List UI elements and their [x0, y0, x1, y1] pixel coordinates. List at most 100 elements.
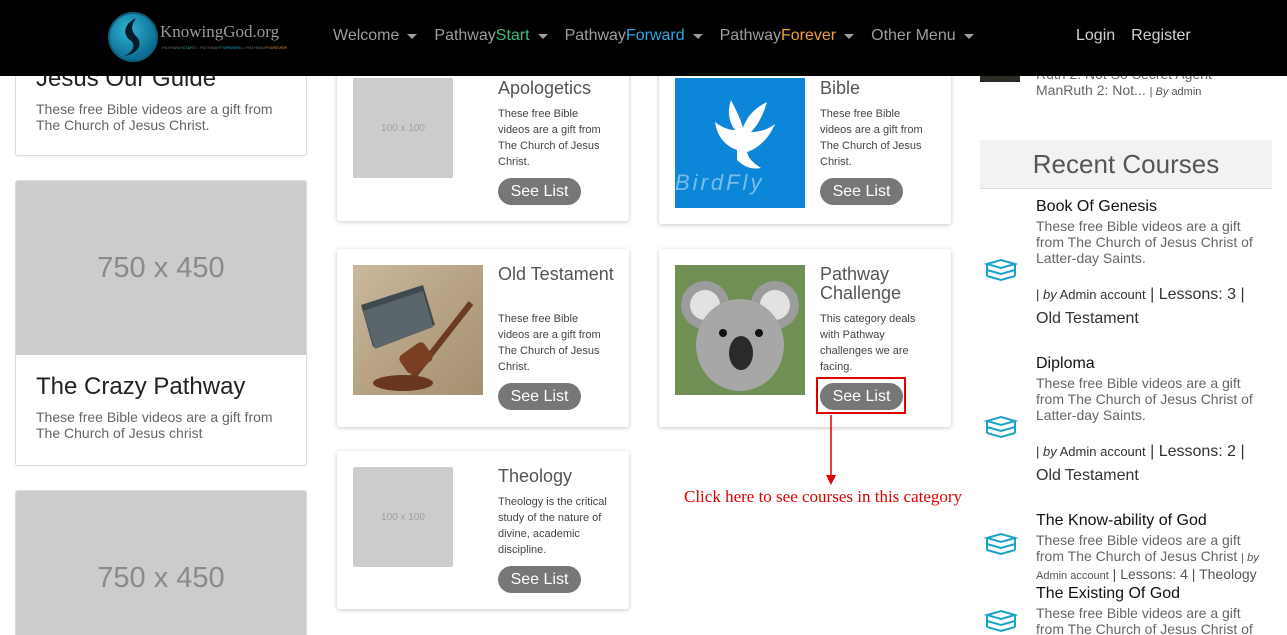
course-title[interactable]: Book Of Genesis	[1036, 198, 1157, 216]
register-link[interactable]: Register	[1131, 27, 1191, 45]
nav-welcome[interactable]: Welcome	[333, 27, 418, 45]
nav-pathway-forward[interactable]: Pathway Forward	[565, 27, 703, 45]
course-category[interactable]: Theology	[1199, 566, 1257, 582]
nav-label: Other Menu	[871, 27, 956, 44]
books-icon[interactable]	[984, 258, 1018, 284]
flame-icon	[124, 18, 140, 56]
nav-label: Pathway	[564, 27, 626, 44]
post-title[interactable]: The Crazy Pathway	[36, 373, 286, 401]
chevron-down-icon	[692, 33, 703, 39]
course-desc: These free Bible videos are a gift from …	[1036, 532, 1259, 582]
category-desc: Theology is the critical study of the na…	[498, 496, 607, 556]
course-desc: These free Bible videos are a gift from …	[1036, 605, 1253, 635]
course-item: Book Of Genesis These free Bible videos …	[980, 198, 1272, 348]
nav-label: Pathway	[434, 27, 496, 44]
main-nav: Welcome Pathway Start Pathway Forward Path…	[333, 27, 991, 45]
tagline-part: FORWARD	[220, 45, 243, 50]
by-label: By	[1155, 86, 1169, 98]
course-desc: These free Bible videos are a gift from …	[1036, 375, 1253, 423]
tagline-part: START	[182, 45, 196, 50]
logo-text: KnowingGod.org	[160, 22, 280, 41]
bird-image[interactable]: BirdFly	[675, 78, 805, 208]
course-item: The Know-ability of God These free Bible…	[980, 512, 1272, 587]
course-category[interactable]: Old Testament	[1036, 310, 1139, 328]
see-list-button[interactable]: See List	[820, 178, 903, 205]
category-title: Old Testament	[498, 264, 614, 284]
page: Jesus Our Guide These free Bible videos …	[0, 0, 1287, 635]
chevron-down-icon	[844, 33, 855, 39]
course-title[interactable]: Diploma	[1036, 355, 1095, 373]
category-desc: These free Bible videos are a gift from …	[820, 108, 923, 168]
category-desc: These free Bible videos are a gift from …	[498, 108, 601, 168]
post-desc: These free Bible videos are a gift from …	[36, 409, 273, 441]
category-card-apologetics: 100 x 100 Apologetics These free Bible v…	[337, 62, 629, 221]
site-logo[interactable]: KnowingGod.org PATHWAYSTART • PATHWAYFOR…	[108, 12, 288, 64]
category-title: Bible	[820, 78, 861, 98]
tagline-part: • PATHWAY	[242, 45, 267, 50]
category-card-pathway-challenge: Pathway Challenge This category deals wi…	[659, 249, 951, 427]
nav-pathway-forever[interactable]: Pathway Forever	[720, 27, 855, 45]
see-list-button[interactable]: See List	[498, 178, 581, 205]
category-card-theology: 100 x 100 Theology Theology is the criti…	[337, 451, 629, 609]
books-icon[interactable]	[984, 609, 1018, 635]
course-desc-text: These free Bible videos are a gift from …	[1036, 532, 1241, 564]
chevron-down-icon	[963, 33, 974, 39]
tagline-part: FOREVER	[266, 45, 288, 50]
category-title: Apologetics	[498, 78, 592, 98]
nav-label-highlight: Forward	[625, 27, 685, 44]
lessons-count: Lessons: 2	[1158, 443, 1237, 460]
nav-label-highlight: Forever	[781, 27, 837, 44]
course-author[interactable]: Admin account	[1036, 570, 1109, 582]
nav-label-highlight: Start	[495, 27, 530, 44]
category-desc: These free Bible videos are a gift from …	[498, 313, 601, 373]
nav-pathway-start[interactable]: Pathway Start	[434, 27, 548, 45]
annotation-arrow	[826, 415, 836, 485]
see-list-button[interactable]: See List	[498, 383, 581, 410]
nav-label: Pathway	[719, 27, 781, 44]
bird-image-label: BirdFly	[675, 170, 765, 195]
course-desc: These free Bible videos are a gift from …	[1036, 218, 1253, 266]
category-card-bible: BirdFly Bible These free Bible videos ar…	[659, 62, 951, 224]
category-title: Theology	[498, 466, 573, 486]
by-label: by	[1043, 444, 1057, 459]
chevron-down-icon	[537, 33, 548, 39]
post-desc: These free Bible videos are a gift from …	[36, 101, 273, 133]
course-meta: | by Admin account | Lessons: 2 |	[1036, 443, 1245, 460]
course-meta: | by Admin account | Lessons: 3 |	[1036, 286, 1245, 303]
category-image-placeholder[interactable]: 100 x 100	[353, 467, 453, 567]
see-list-button[interactable]: See List	[498, 566, 581, 593]
tagline-part: PATHWAY	[162, 45, 183, 50]
login-link[interactable]: Login	[1076, 27, 1115, 45]
by-label: by	[1043, 287, 1057, 302]
category-card-old-testament: Old Testament These free Bible videos ar…	[337, 249, 629, 427]
lessons-count: Lessons: 4	[1120, 566, 1188, 582]
gavel-books-image[interactable]	[353, 265, 483, 395]
koala-image[interactable]	[675, 265, 805, 395]
category-image-placeholder[interactable]: 100 x 100	[353, 78, 453, 178]
recent-courses-heading: Recent Courses	[980, 140, 1272, 189]
post-card-crazy-pathway[interactable]: 750 x 450 The Crazy Pathway These free B…	[15, 180, 307, 466]
course-title[interactable]: The Know-ability of God	[1036, 512, 1207, 530]
post-card-third[interactable]: 750 x 450	[15, 490, 307, 635]
auth-nav: Login Register	[1076, 27, 1207, 45]
highlight-box	[816, 377, 906, 414]
books-icon[interactable]	[984, 532, 1018, 558]
nav-other-menu[interactable]: Other Menu	[871, 27, 974, 45]
course-author[interactable]: Admin account	[1060, 444, 1146, 459]
gavel-icon	[361, 285, 474, 391]
category-desc: This category deals with Pathway challen…	[820, 313, 916, 373]
chevron-down-icon	[407, 33, 418, 39]
course-item: Diploma These free Bible videos are a gi…	[980, 355, 1272, 505]
course-author[interactable]: Admin account	[1060, 287, 1146, 302]
course-title[interactable]: The Existing Of God	[1036, 585, 1180, 603]
course-category[interactable]: Old Testament	[1036, 467, 1139, 485]
logo-mark	[108, 12, 158, 62]
post-author[interactable]: admin	[1171, 86, 1201, 98]
nav-label: Welcome	[333, 27, 400, 44]
koala-icon	[675, 265, 805, 395]
tagline-part: • PATHWAY	[195, 45, 221, 50]
post-image-placeholder[interactable]: 750 x 450	[16, 181, 306, 355]
navbar: KnowingGod.org PATHWAYSTART • PATHWAYFOR…	[0, 0, 1287, 76]
books-icon[interactable]	[984, 415, 1018, 441]
post-image-placeholder[interactable]: 750 x 450	[16, 491, 306, 635]
